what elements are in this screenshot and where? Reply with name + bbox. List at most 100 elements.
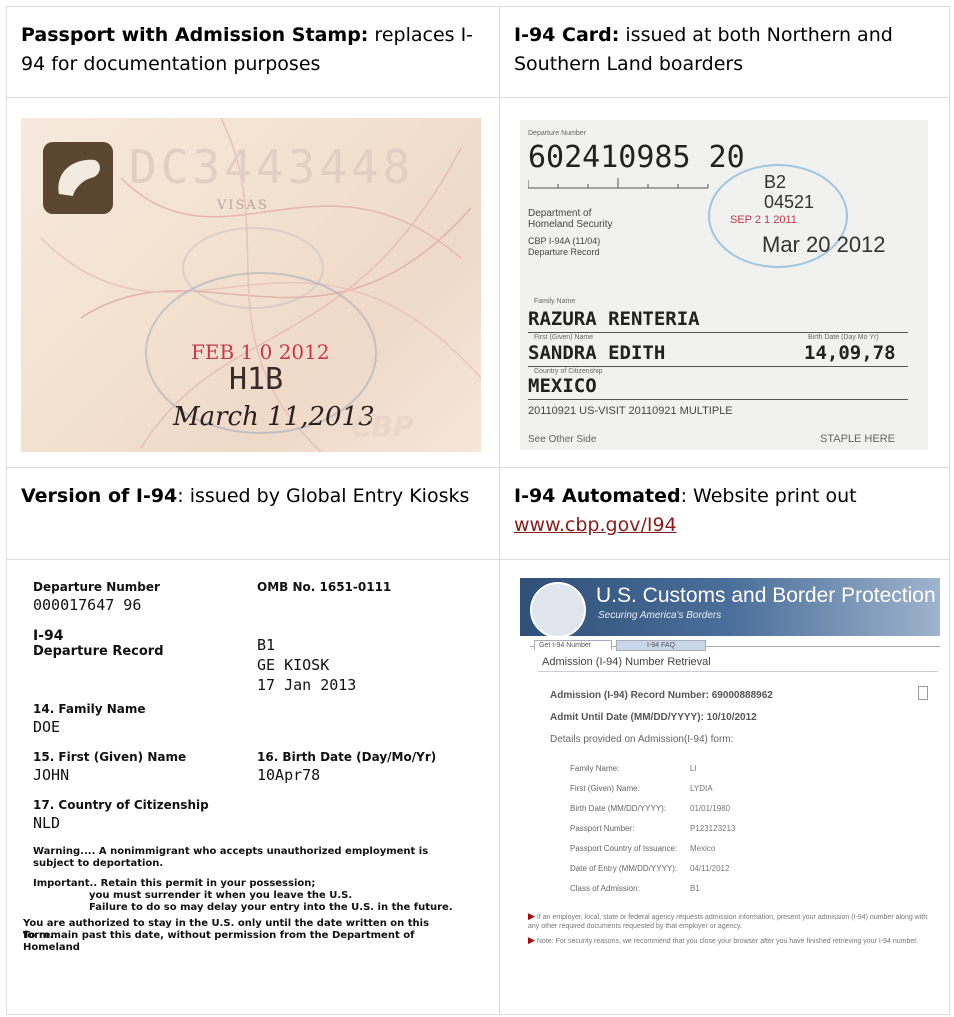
card-form: CBP I-94A (11/04) Departure Record <box>528 236 601 257</box>
card-stamp-date: SEP 2 1 2011 <box>730 214 797 226</box>
field-value: B1 <box>690 884 700 893</box>
ge-family: DOE <box>33 718 61 736</box>
banner-subtitle: Securing America's Borders <box>598 610 722 621</box>
eagle-icon <box>43 142 113 214</box>
ge-class: B1 <box>257 636 276 654</box>
i94card-caption: I-94 Card: issued at both Northern and S… <box>500 7 949 79</box>
card-class: B2 <box>764 172 787 192</box>
dhs-seal-icon <box>530 582 586 638</box>
ge-kiosk: GE KIOSK <box>257 656 330 674</box>
cbp-banner: U.S. Customs and Border Protection Secur… <box>520 578 940 638</box>
ge-important-2: you must surrender it when you leave the… <box>89 890 353 901</box>
checkbox-icon <box>918 686 928 700</box>
card-line <box>528 366 908 367</box>
card-until-date: Mar 20 2012 <box>762 232 886 257</box>
ge-date: 17 Jan 2013 <box>257 676 357 694</box>
i94card-caption-cell: I-94 Card: issued at both Northern and S… <box>500 6 950 98</box>
passport-image: DC3443448 VISAS FEB 1 0 2012 H1B March 1… <box>21 118 481 452</box>
card-given: SANDRA EDITH <box>528 342 666 364</box>
tab-get-number[interactable]: Get I-94 Number <box>534 640 613 650</box>
card-given-label: First (Given) Name <box>534 334 594 341</box>
cbp-website-image: U.S. Customs and Border Protection Secur… <box>520 578 940 998</box>
field-label: Family Name: <box>570 764 620 773</box>
employer-note: ▶ If an employer, local, state or federa… <box>528 912 933 931</box>
details-heading: Details provided on Admission(I-94) form… <box>550 734 734 745</box>
i94-card-image: Departure Number 602410985 20 Department… <box>520 120 928 450</box>
automated-caption: I-94 Automated: Website print out www.cb… <box>500 468 949 540</box>
card-birth-label: Birth Date (Day Mo Yr) <box>808 334 879 341</box>
ge-remain: To remain past this date, without permis… <box>23 930 415 953</box>
card-port: 04521 <box>764 192 815 212</box>
field-value: P123123213 <box>690 824 736 833</box>
ge-important-1: Important.. Retain this permit in your p… <box>33 878 316 889</box>
triangle-icon: ▶ <box>528 935 535 945</box>
tab-faq[interactable]: I-94 FAQ <box>616 640 707 651</box>
field-value: LI <box>690 764 697 773</box>
ge-dep-label: Departure Number <box>33 580 160 594</box>
field-value: LYDIA <box>690 784 713 793</box>
field-label: First (Given) Name: <box>570 784 640 793</box>
passport-watermark: CBP <box>351 410 414 443</box>
ge-important-3: Failure to do so may delay your entry in… <box>89 902 453 913</box>
i94card-image-cell: Departure Number 602410985 20 Department… <box>500 98 950 468</box>
automated-caption-cell: I-94 Automated: Website print out www.cb… <box>500 468 950 560</box>
automated-image-cell: U.S. Customs and Border Protection Secur… <box>500 560 950 1015</box>
card-ruler <box>528 178 709 189</box>
card-line <box>528 332 908 333</box>
field-label: Birth Date (MM/DD/YYYY): <box>570 804 667 813</box>
passport-caption-cell: Passport with Admission Stamp: replaces … <box>6 6 500 98</box>
kiosk-i94-image: Departure Number 000017647 96 OMB No. 16… <box>23 574 453 994</box>
security-note: ▶ Note: For security reasons, we recomme… <box>528 936 933 946</box>
passport-visas-label: VISAS <box>217 198 269 213</box>
passport-image-cell: DC3443448 VISAS FEB 1 0 2012 H1B March 1… <box>6 98 500 468</box>
employer-note-text: If an employer, local, state or federal … <box>528 914 928 930</box>
card-number: 602410985 20 <box>528 140 745 175</box>
field-label: Class of Admission: <box>570 884 640 893</box>
kiosk-caption-text: : issued by Global Entry Kiosks <box>177 485 470 507</box>
kiosk-caption-cell: Version of I-94: issued by Global Entry … <box>6 468 500 560</box>
field-label: Passport Country of Issuance: <box>570 844 678 853</box>
automated-caption-text: : Website print out <box>680 485 857 507</box>
card-see-other: See Other Side <box>528 434 597 445</box>
admit-until: Admit Until Date (MM/DD/YYYY): 10/10/201… <box>550 712 757 723</box>
ge-dep-value: 000017647 96 <box>33 596 142 614</box>
card-family-label: Family Name <box>534 298 576 305</box>
ge-birth: 10Apr78 <box>257 766 321 784</box>
card-family: RAZURA RENTERIA <box>528 308 700 330</box>
heading-rule <box>538 671 938 672</box>
record-number: Admission (I-94) Record Number: 69000888… <box>550 690 773 701</box>
field-value: 04/11/2012 <box>690 864 730 873</box>
card-agency: Department of Homeland Security <box>528 208 613 230</box>
card-visit-line: 20110921 US-VISIT 20110921 MULTIPLE <box>528 405 733 417</box>
card-line <box>528 399 908 400</box>
passport-stamp-date: FEB 1 0 2012 <box>191 340 330 364</box>
card-birth: 14,09,78 <box>804 342 896 364</box>
ge-first: JOHN <box>33 766 70 784</box>
field-label: Date of Entry (MM/DD/YYYY): <box>570 864 678 873</box>
ge-family-label: 14. Family Name <box>33 702 146 716</box>
field-value: 01/01/1980 <box>690 804 731 813</box>
ge-first-label: 15. First (Given) Name <box>33 750 187 764</box>
kiosk-caption-title: Version of I-94 <box>21 485 178 507</box>
banner-title: U.S. Customs and Border Protection <box>596 584 936 607</box>
retrieval-heading: Admission (I-94) Number Retrieval <box>542 656 711 668</box>
passport-caption: Passport with Admission Stamp: replaces … <box>7 7 499 79</box>
field-value: Mexico <box>690 844 716 853</box>
document-table: Passport with Admission Stamp: replaces … <box>6 6 950 1015</box>
triangle-icon: ▶ <box>528 911 535 921</box>
card-staple: STAPLE HERE <box>820 433 895 445</box>
card-country-label: Country of Citizenship <box>534 368 603 375</box>
cbp-i94-link[interactable]: www.cbp.gov/I94 <box>514 514 677 536</box>
passport-handwritten-date: March 11,2013 <box>173 402 375 432</box>
field-label: Passport Number: <box>570 824 635 833</box>
card-country: MEXICO <box>528 375 597 397</box>
automated-caption-title: I-94 Automated <box>514 485 681 507</box>
ge-country-label: 17. Country of Citizenship <box>33 798 209 812</box>
ge-birth-label: 16. Birth Date (Day/Mo/Yr) <box>257 750 437 764</box>
ge-omb: OMB No. 1651-0111 <box>257 580 392 594</box>
ge-form-title: I-94 <box>33 628 64 644</box>
kiosk-caption: Version of I-94: issued by Global Entry … <box>7 468 499 511</box>
passport-number: DC3443448 <box>129 140 415 194</box>
passport-class: H1B <box>229 362 284 397</box>
card-dep-label: Departure Number <box>528 130 586 137</box>
